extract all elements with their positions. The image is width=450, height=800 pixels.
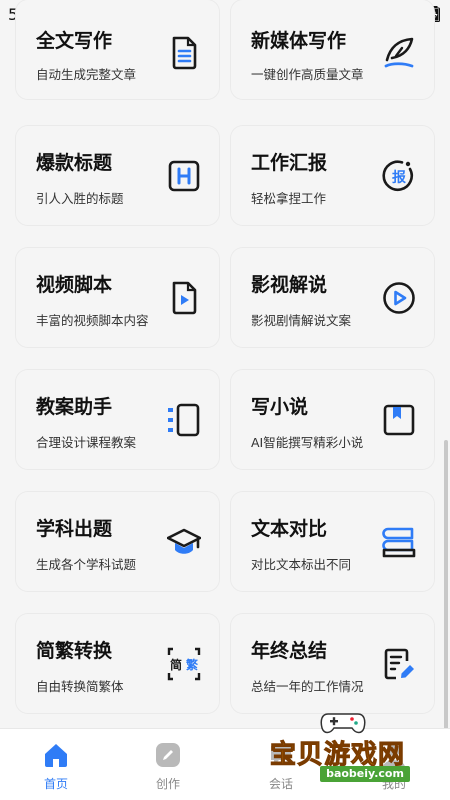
card-title: 学科出题 xyxy=(36,518,113,540)
convert-chars-icon: 简 繁 xyxy=(167,647,201,681)
card-subtitle: 丰富的视频脚本内容 xyxy=(36,313,149,328)
summary-edit-icon xyxy=(384,648,414,680)
document-icon xyxy=(172,36,197,70)
card-full-text-writing[interactable]: 全文写作 自动生成完整文章 xyxy=(16,0,219,99)
card-new-media-writing[interactable]: 新媒体写作 一键创作高质量文章 xyxy=(231,0,434,99)
graduation-cap-icon xyxy=(167,528,201,554)
card-subtitle: 总结一年的工作情况 xyxy=(251,679,364,694)
lesson-plan-icon xyxy=(168,403,200,437)
card-simplified-traditional[interactable]: 简繁转换 自由转换简繁体 简 繁 xyxy=(16,614,219,713)
card-subtitle: 合理设计课程教案 xyxy=(36,435,137,450)
card-video-script[interactable]: 视频脚本 丰富的视频脚本内容 xyxy=(16,248,219,347)
card-subject-questions[interactable]: 学科出题 生成各个学科试题 xyxy=(16,492,219,591)
card-text-compare[interactable]: 文本对比 对比文本标出不同 xyxy=(231,492,434,591)
report-badge-icon: 报 xyxy=(382,160,413,191)
card-write-novel[interactable]: 写小说 AI智能撰写精彩小说 xyxy=(231,370,434,469)
video-file-icon xyxy=(172,281,197,315)
card-title: 年终总结 xyxy=(251,640,328,662)
card-lesson-plan[interactable]: 教案助手 合理设计课程教案 xyxy=(16,370,219,469)
card-viral-title[interactable]: 爆款标题 引人入胜的标题 xyxy=(16,126,219,225)
bookmark-book-icon xyxy=(383,404,415,436)
card-title: 全文写作 xyxy=(36,30,113,52)
card-title: 教案助手 xyxy=(36,396,113,418)
simplified-char: 简 xyxy=(170,657,182,672)
card-title: 爆款标题 xyxy=(36,152,113,174)
card-subtitle: AI智能撰写精彩小说 xyxy=(251,435,364,450)
traditional-char: 繁 xyxy=(186,657,199,672)
card-subtitle: 影视剧情解说文案 xyxy=(251,313,352,328)
card-title: 视频脚本 xyxy=(36,274,113,296)
h-box-icon xyxy=(168,160,200,192)
report-badge-text: 报 xyxy=(392,170,406,186)
edit-icon xyxy=(156,743,180,767)
card-title: 写小说 xyxy=(251,396,309,418)
card-subtitle: 自动生成完整文章 xyxy=(36,67,137,82)
card-title: 工作汇报 xyxy=(251,152,328,174)
scrollbar[interactable] xyxy=(444,440,448,730)
card-title: 新媒体写作 xyxy=(251,30,347,52)
tab-home[interactable]: 首页 xyxy=(0,729,112,800)
card-film-commentary[interactable]: 影视解说 影视剧情解说文案 xyxy=(231,248,434,347)
card-subtitle: 一键创作高质量文章 xyxy=(251,67,364,82)
tab-label: 首页 xyxy=(43,777,68,791)
quill-icon xyxy=(384,37,414,68)
watermark: 宝贝游戏网 baobeiy.com xyxy=(262,708,448,800)
card-subtitle: 自由转换简繁体 xyxy=(36,679,124,694)
card-work-report[interactable]: 工作汇报 轻松拿捏工作 报 xyxy=(231,126,434,225)
card-subtitle: 对比文本标出不同 xyxy=(251,557,352,572)
card-subtitle: 生成各个学科试题 xyxy=(36,557,137,572)
gamepad-icon xyxy=(320,713,366,734)
home-icon xyxy=(45,744,67,767)
tab-label: 创作 xyxy=(155,777,180,791)
card-subtitle: 轻松拿捏工作 xyxy=(251,191,327,206)
books-stack-icon xyxy=(382,527,416,558)
card-title: 影视解说 xyxy=(251,274,328,296)
card-title: 简繁转换 xyxy=(36,640,113,662)
card-year-end-summary[interactable]: 年终总结 总结一年的工作情况 xyxy=(231,614,434,713)
card-subtitle: 引人入胜的标题 xyxy=(36,191,124,206)
card-title: 文本对比 xyxy=(251,518,328,540)
watermark-url: baobeiy.com xyxy=(320,766,410,782)
tab-create[interactable]: 创作 xyxy=(112,729,224,800)
play-circle-icon xyxy=(383,282,415,314)
